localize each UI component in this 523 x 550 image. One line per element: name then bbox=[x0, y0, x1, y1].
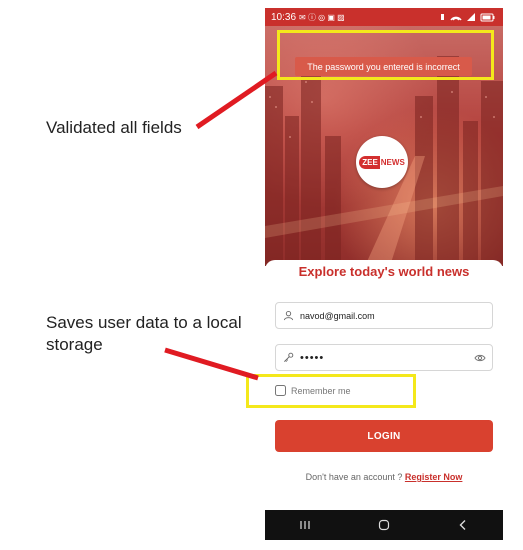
password-input[interactable] bbox=[300, 351, 468, 364]
back-button[interactable] bbox=[443, 514, 483, 536]
home-button[interactable] bbox=[364, 514, 404, 536]
notification-icons: ✉ ⓘ ◎ ▣ ▨ bbox=[299, 12, 345, 22]
status-bar: 10:36 ✉ ⓘ ◎ ▣ ▨ bbox=[265, 8, 503, 26]
register-now-link[interactable]: Register Now bbox=[405, 472, 463, 482]
phone-screen: 10:36 ✉ ⓘ ◎ ▣ ▨ The password you entered… bbox=[265, 8, 503, 540]
status-left: 10:36 ✉ ⓘ ◎ ▣ ▨ bbox=[271, 12, 345, 23]
back-icon bbox=[459, 520, 466, 530]
signal-icons bbox=[441, 13, 495, 22]
annotation-saves-label: Saves user data to a local storage bbox=[46, 312, 242, 356]
logo-news-text: NEWS bbox=[380, 157, 405, 167]
status-right bbox=[441, 12, 497, 22]
key-icon bbox=[282, 352, 294, 364]
annotation-validated-label: Validated all fields bbox=[46, 118, 182, 137]
android-nav-bar bbox=[265, 510, 503, 540]
person-icon bbox=[282, 310, 294, 322]
annotation-saves-line1: Saves user data to a local bbox=[46, 313, 242, 332]
email-input[interactable] bbox=[300, 310, 486, 321]
home-icon bbox=[378, 519, 390, 531]
email-field[interactable] bbox=[275, 302, 493, 329]
annotation-saves-line2: storage bbox=[46, 335, 103, 354]
zee-news-logo: ZEE NEWS bbox=[356, 136, 408, 188]
remember-me-highlight-box bbox=[246, 374, 416, 408]
hero-city-image: The password you entered is incorrect ZE… bbox=[265, 26, 503, 266]
login-button[interactable]: LOGIN bbox=[275, 420, 493, 452]
status-time: 10:36 bbox=[271, 11, 297, 23]
recent-apps-button[interactable] bbox=[285, 514, 325, 536]
logo-badge: ZEE NEWS bbox=[359, 155, 405, 169]
signup-prompt-row: Don't have an account ? Register Now bbox=[265, 472, 503, 482]
eye-icon[interactable] bbox=[474, 352, 486, 364]
password-field[interactable] bbox=[275, 344, 493, 371]
logo-zee-text: ZEE bbox=[359, 155, 380, 169]
page-headline: Explore today's world news bbox=[298, 264, 470, 279]
recent-apps-icon bbox=[300, 521, 310, 529]
error-toast-message: The password you entered is incorrect bbox=[307, 61, 460, 72]
signup-prompt-text: Don't have an account ? bbox=[305, 472, 405, 482]
error-toast: The password you entered is incorrect bbox=[295, 57, 472, 76]
